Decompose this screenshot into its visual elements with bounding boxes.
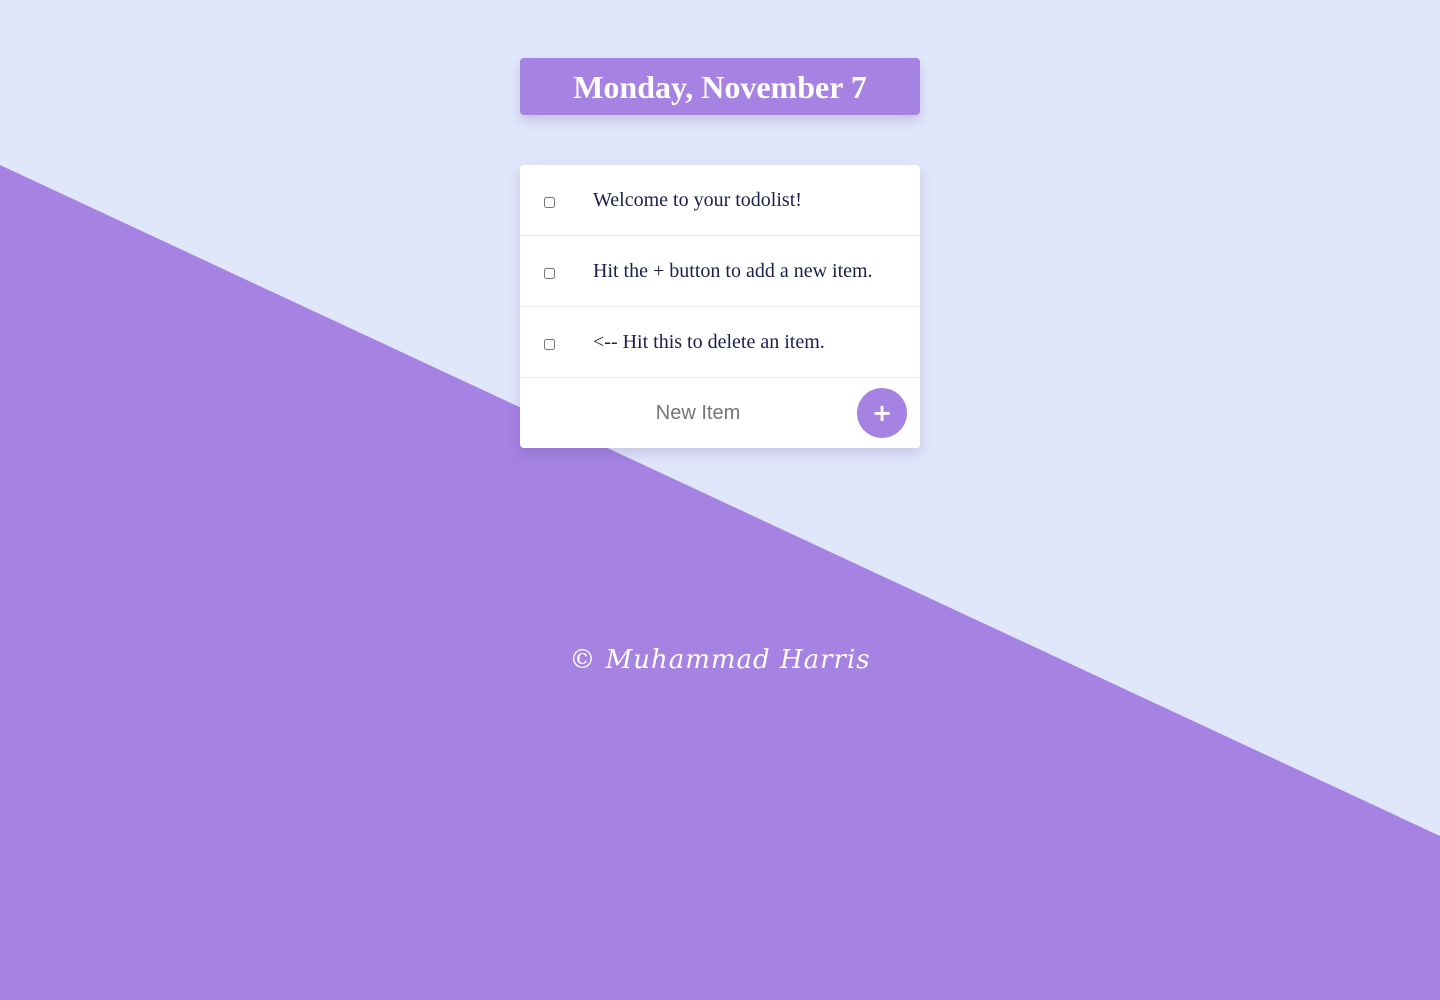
add-item-button[interactable]: + [857, 388, 907, 438]
todo-item-text: Welcome to your todolist! [593, 189, 802, 211]
todo-item-checkbox[interactable] [544, 268, 555, 279]
todo-item-text: Hit the + button to add a new item. [593, 260, 873, 282]
todo-item-text: <-- Hit this to delete an item. [593, 331, 825, 353]
new-item-form: + [520, 378, 920, 448]
todo-item: <-- Hit this to delete an item. [520, 307, 920, 378]
todo-item-checkbox[interactable] [544, 339, 555, 350]
todo-item: Welcome to your todolist! [520, 165, 920, 236]
todo-item: Hit the + button to add a new item. [520, 236, 920, 307]
date-heading: Monday, November 7 [573, 68, 867, 105]
background-diagonal-shape [0, 165, 1440, 1000]
plus-icon: + [871, 399, 893, 427]
todo-list-card: Welcome to your todolist! Hit the + butt… [520, 165, 920, 448]
footer-copyright: © Muhammad Harris [569, 645, 871, 675]
todo-item-checkbox[interactable] [544, 197, 555, 208]
date-heading-box: Monday, November 7 [520, 58, 920, 115]
new-item-input[interactable] [520, 389, 876, 437]
